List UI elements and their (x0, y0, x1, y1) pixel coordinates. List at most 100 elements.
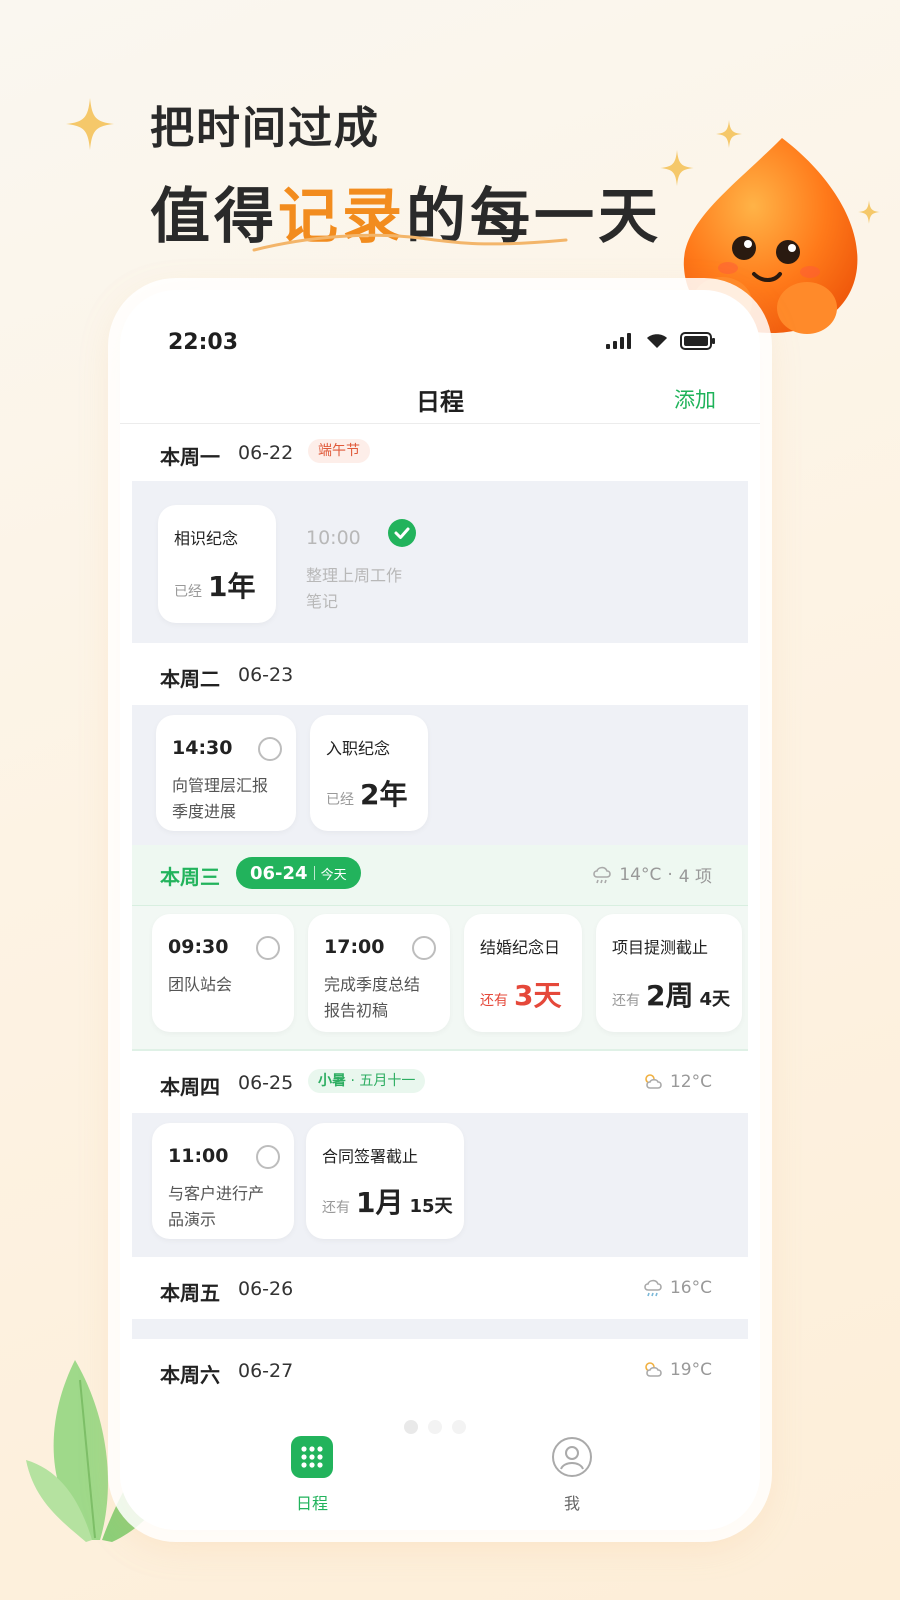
user-icon (552, 1437, 592, 1477)
countdown-extra: 4天 (699, 989, 731, 1010)
task-desc: 完成季度总结 报告初稿 (324, 972, 420, 1024)
task-checkbox[interactable] (412, 936, 436, 960)
countdown-value: 1年 (208, 570, 256, 603)
tab-schedule[interactable]: 日程 (272, 1436, 352, 1514)
tab-label: 日程 (295, 1494, 328, 1513)
card-countdown: 已经 1年 (174, 565, 255, 605)
status-time: 22:03 (168, 330, 239, 355)
task-desc-line: 团队站会 (168, 975, 233, 994)
day-name: 本周一 (160, 445, 220, 469)
task-desc: 整理上周工作 笔记 (306, 563, 402, 615)
temperature: 14°C (619, 864, 662, 885)
today-section: 本周三 06-24 今天 14°C · 4 项 09:30 团队站会 17:00… (132, 845, 748, 1051)
day-name: 本周二 (160, 667, 220, 691)
countdown-prefix: 还有 (322, 1200, 350, 1216)
task-time: 10:00 (306, 527, 361, 549)
countdown-value: 3天 (514, 979, 562, 1012)
task-checkbox[interactable] (256, 1145, 280, 1169)
holiday-badge: 端午节 (308, 439, 370, 463)
task-desc: 向管理层汇报 季度进展 (172, 773, 268, 825)
day-header-thu[interactable]: 本周四 06-25 小暑 · 五月十一 12°C (132, 1051, 748, 1113)
day-header-wed[interactable]: 本周三 06-24 今天 14°C · 4 项 (132, 845, 748, 905)
day-date: 06-27 (238, 1360, 294, 1382)
day-name: 本周五 (160, 1281, 220, 1305)
headline-line-1: 把时间过成 (150, 103, 380, 154)
day-date: 06-23 (238, 664, 294, 686)
day-header-fri[interactable]: 本周五 06-26 16°C (132, 1257, 748, 1319)
schedule-list: 本周一 06-22 端午节 相识纪念 已经 1年 10:00 整理上周工作 笔记… (132, 425, 748, 1403)
grid-icon (291, 1436, 333, 1478)
tab-label: 我 (563, 1494, 580, 1513)
card-countdown: 已经 2年 (326, 773, 407, 813)
deadline-card[interactable]: 合同签署截止 还有 1月 15天 (306, 1123, 464, 1239)
task-checkbox[interactable] (258, 737, 282, 761)
countdown-prefix: 还有 (480, 993, 508, 1009)
anniversary-card[interactable]: 入职纪念 已经 2年 (310, 715, 428, 831)
card-label: 项目提测截止 (612, 938, 709, 957)
weather-info: 14°C · 4 项 (591, 862, 712, 887)
divider (313, 866, 315, 880)
add-button[interactable]: 添加 (674, 384, 716, 414)
card-row-wed: 09:30 团队站会 17:00 完成季度总结 报告初稿 结婚纪念日 还有 3天… (132, 905, 748, 1049)
day-name: 本周三 (160, 865, 220, 889)
anniversary-card[interactable]: 结婚纪念日 还有 3天 (464, 914, 582, 1032)
nav-bar: 日程 添加 (120, 370, 760, 424)
card-countdown: 还有 2周 4天 (612, 974, 730, 1014)
day-date: 06-26 (238, 1278, 294, 1300)
rain-cloud-icon (593, 866, 612, 883)
status-bar: 22:03 (120, 322, 760, 362)
page-title: 日程 (416, 388, 464, 416)
card-label: 结婚纪念日 (480, 938, 561, 957)
card-label: 入职纪念 (326, 739, 391, 758)
task-desc-line: 整理上周工作 (306, 566, 403, 585)
countdown-prefix: 还有 (612, 993, 640, 1009)
today-label: 今天 (320, 867, 347, 883)
task-checkbox[interactable] (256, 936, 280, 960)
tab-bar: 日程 我 (120, 1400, 760, 1530)
task-time: 17:00 (324, 936, 385, 958)
partly-cloudy-icon (645, 1074, 662, 1089)
task-desc-line: 笔记 (306, 592, 339, 611)
card-countdown: 还有 1月 15天 (322, 1181, 453, 1221)
task-desc: 团队站会 (168, 972, 232, 998)
task-card[interactable]: 11:00 与客户进行产 品演示 (152, 1123, 294, 1239)
task-card[interactable]: 14:30 向管理层汇报 季度进展 (156, 715, 296, 831)
deadline-card[interactable]: 项目提测截止 还有 2周 4天 (596, 914, 742, 1032)
today-date: 06-24 (250, 862, 308, 884)
card-row-tue: 14:30 向管理层汇报 季度进展 入职纪念 已经 2年 (132, 705, 748, 845)
day-header-tue[interactable]: 本周二 06-23 (132, 643, 748, 705)
solar-term: 小暑 (318, 1073, 346, 1089)
lunar-date: 五月十一 (359, 1073, 416, 1089)
countdown-prefix: 已经 (326, 792, 354, 808)
temperature: 12°C (669, 1072, 712, 1092)
page-indicator (404, 1420, 466, 1434)
solar-term-badge: 小暑 · 五月十一 (308, 1069, 426, 1093)
tab-me[interactable]: 我 (532, 1436, 612, 1514)
countdown-prefix: 已经 (174, 584, 202, 600)
separator-dot: · (667, 864, 673, 885)
swoosh-decoration (252, 233, 568, 252)
task-desc: 与客户进行产 品演示 (168, 1181, 264, 1233)
day-header-sat[interactable]: 本周六 06-27 19°C (132, 1339, 748, 1403)
task-desc-line: 品演示 (168, 1210, 217, 1229)
rain-cloud-icon (644, 1279, 662, 1297)
weather-info: 12°C (642, 1072, 712, 1092)
anniversary-card[interactable]: 相识纪念 已经 1年 (158, 505, 276, 623)
signal-icon (606, 333, 631, 349)
task-card[interactable]: 09:30 团队站会 (152, 914, 294, 1032)
check-icon[interactable] (388, 519, 416, 547)
weather-info: 19°C (642, 1360, 712, 1380)
task-card-done[interactable]: 10:00 整理上周工作 笔记 (290, 505, 430, 623)
day-header-mon[interactable]: 本周一 06-22 端午节 (132, 425, 748, 481)
battery-icon (680, 332, 715, 350)
countdown-value: 2年 (360, 778, 408, 811)
day-date: 06-25 (238, 1072, 294, 1094)
today-badge: 06-24 今天 (236, 857, 361, 889)
task-desc-line: 报告初稿 (324, 1001, 389, 1020)
phone-screen: 22:03 日程 添加 本周一 06-22 端午节 相识纪念 已经 1年 10:… (120, 290, 760, 1530)
task-time: 11:00 (168, 1145, 229, 1167)
day-name: 本周六 (160, 1363, 220, 1387)
task-card[interactable]: 17:00 完成季度总结 报告初稿 (308, 914, 450, 1032)
sparkle-icon (66, 98, 114, 150)
day-name: 本周四 (160, 1075, 220, 1099)
